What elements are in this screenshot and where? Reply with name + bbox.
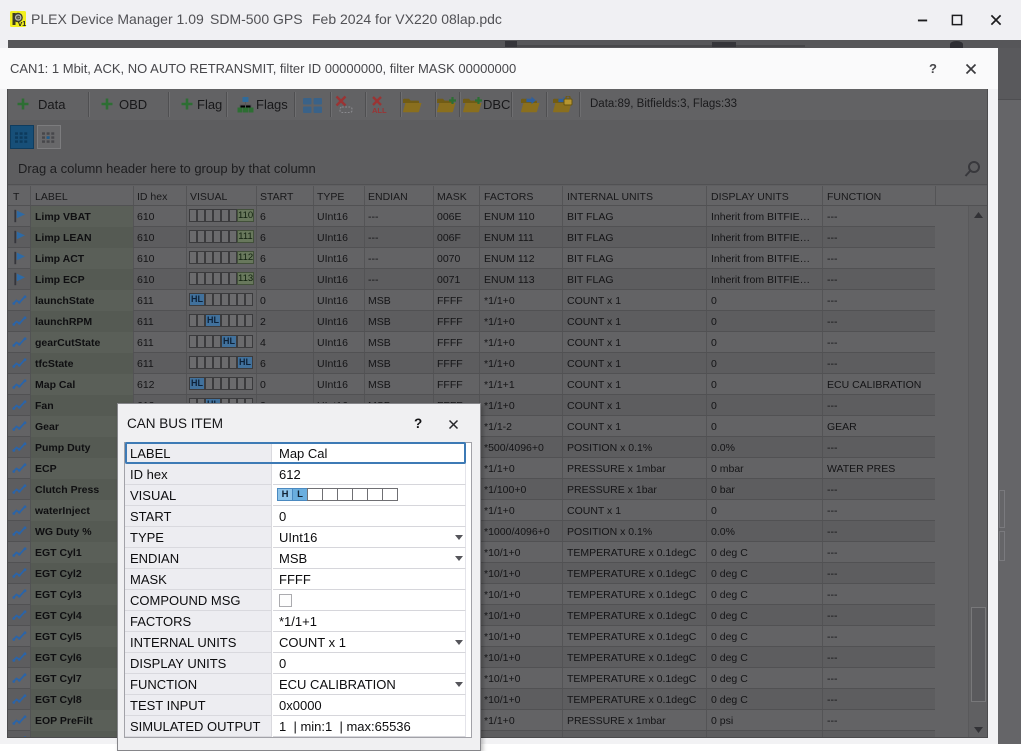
svg-text:ALL: ALL xyxy=(372,106,387,114)
svg-text:v1: v1 xyxy=(18,19,26,28)
